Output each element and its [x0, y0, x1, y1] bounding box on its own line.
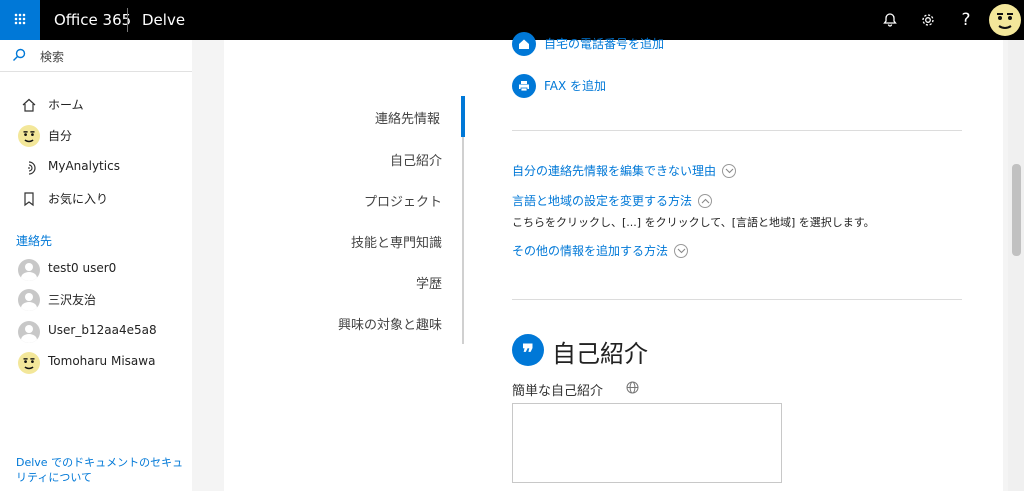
- app-subtitle[interactable]: Delve: [142, 11, 185, 29]
- divider: [512, 299, 962, 300]
- add-home-phone-link[interactable]: 自宅の電話番号を追加: [544, 35, 664, 52]
- chevron-down-icon[interactable]: [722, 163, 737, 178]
- contact-name: User_b12aa4e5a8: [48, 323, 157, 337]
- nav-label: 自分: [48, 129, 73, 143]
- avatar: [18, 321, 40, 343]
- toc-item-education[interactable]: 学歴: [222, 273, 442, 292]
- analytics-icon: [18, 157, 40, 179]
- contact-item[interactable]: test0 user0: [0, 255, 192, 283]
- toc-item-skills[interactable]: 技能と専門知識: [222, 232, 442, 251]
- toc-active-indicator: [461, 96, 465, 137]
- nav-label: お気に入り: [48, 192, 109, 206]
- about-section-title: 自己紹介: [552, 340, 648, 368]
- contact-item[interactable]: Tomoharu Misawa: [0, 348, 192, 376]
- home-icon: [18, 94, 40, 116]
- toc-item-interests[interactable]: 興味の対象と趣味: [222, 314, 442, 333]
- app-name[interactable]: Office 365: [54, 11, 131, 29]
- search-label: 検索: [40, 50, 65, 64]
- scrollbar[interactable]: [1008, 40, 1024, 491]
- help-icon[interactable]: ?: [954, 8, 978, 32]
- globe-icon[interactable]: [626, 381, 639, 398]
- toc-item-projects[interactable]: プロジェクト: [222, 191, 442, 210]
- contact-name: test0 user0: [48, 261, 117, 275]
- nav-item-myanalytics[interactable]: MyAnalytics: [0, 153, 192, 181]
- person-placeholder-icon: [18, 321, 40, 343]
- about-field-label: 簡単な自己紹介: [512, 384, 604, 399]
- nav-item-home[interactable]: ホーム: [0, 90, 192, 118]
- why-cant-edit-label: 自分の連絡先情報を編集できない理由: [512, 164, 717, 178]
- chevron-down-icon[interactable]: [674, 243, 689, 258]
- avatar: [18, 125, 40, 147]
- add-fax-link[interactable]: FAX を追加: [544, 77, 606, 94]
- waffle-icon: [14, 13, 26, 25]
- divider: [127, 8, 128, 32]
- nav-item-me[interactable]: 自分: [0, 121, 192, 149]
- chevron-up-icon[interactable]: [698, 193, 713, 208]
- toc-item-about[interactable]: 自己紹介: [222, 150, 442, 169]
- printer-icon[interactable]: [512, 74, 536, 98]
- person-placeholder-icon: [18, 259, 40, 281]
- how-change-region-label: 言語と地域の設定を変更する方法: [512, 194, 693, 208]
- search-box[interactable]: 検索: [0, 40, 192, 72]
- avatar: [18, 289, 40, 311]
- avatar: [18, 352, 40, 374]
- sidebar: 検索 ホーム 自分 MyAnalytics お気に入り 連絡先 test0 us…: [0, 40, 192, 491]
- how-add-more-link[interactable]: その他の情報を追加する方法: [512, 242, 689, 259]
- contact-name: 三沢友治: [48, 293, 97, 307]
- contact-item[interactable]: 三沢友治: [0, 285, 192, 313]
- security-info-link[interactable]: Delve でのドキュメントのセキュリティについて: [16, 455, 186, 485]
- divider: [512, 130, 962, 131]
- app-launcher-button[interactable]: [0, 0, 40, 40]
- gear-icon[interactable]: [916, 8, 940, 32]
- about-textarea[interactable]: [512, 403, 782, 483]
- why-cant-edit-link[interactable]: 自分の連絡先情報を編集できない理由: [512, 162, 737, 179]
- home-phone-icon[interactable]: [512, 32, 536, 56]
- nav-label: ホーム: [48, 98, 84, 112]
- bookmark-icon: [18, 188, 40, 210]
- search-icon: [12, 48, 26, 66]
- toc-item-contact[interactable]: 連絡先情報: [220, 108, 440, 127]
- avatar: [18, 259, 40, 281]
- contacts-heading: 連絡先: [16, 234, 53, 248]
- person-placeholder-icon: [18, 289, 40, 311]
- contact-name: Tomoharu Misawa: [48, 354, 156, 368]
- bell-icon[interactable]: [878, 8, 902, 32]
- region-instruction: こちらをクリックし、[...] をクリックして、[言語と地域] を選択します。: [512, 216, 875, 229]
- nav-label: MyAnalytics: [48, 159, 120, 173]
- contact-item[interactable]: User_b12aa4e5a8: [0, 317, 192, 345]
- how-change-region-link[interactable]: 言語と地域の設定を変更する方法: [512, 192, 713, 209]
- quote-icon: ❞: [512, 334, 544, 366]
- how-add-more-label: その他の情報を追加する方法: [512, 244, 669, 258]
- scrollbar-thumb[interactable]: [1012, 164, 1021, 256]
- nav-item-favorites[interactable]: お気に入り: [0, 184, 192, 212]
- user-avatar[interactable]: [989, 4, 1021, 36]
- top-bar: Office 365 Delve ?: [0, 0, 1024, 40]
